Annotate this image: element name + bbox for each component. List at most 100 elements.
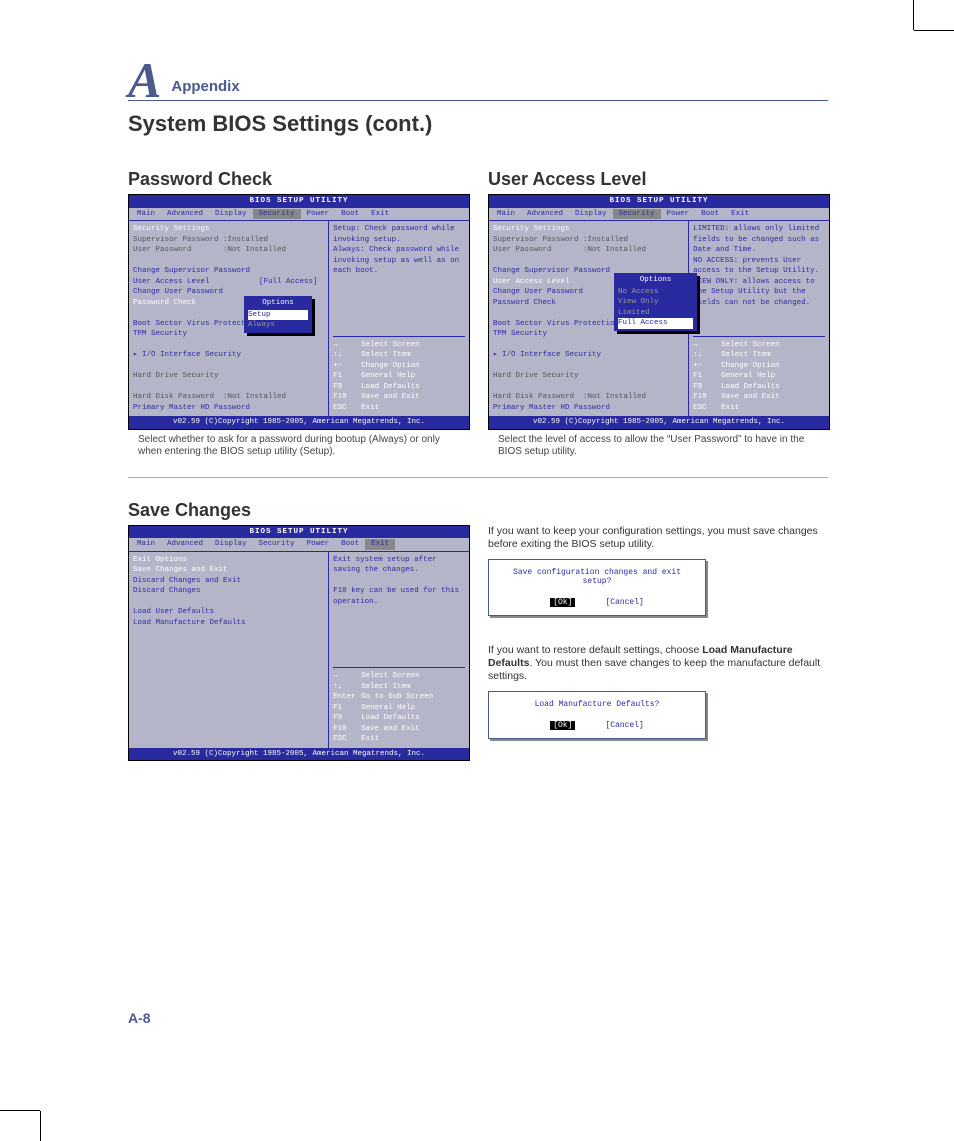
bios-menu-advanced[interactable]: Advanced	[521, 209, 569, 220]
nav-hint: ↔Select Screen	[693, 340, 825, 351]
popup-option[interactable]: View Only	[618, 297, 693, 308]
bios-menu-display[interactable]: Display	[209, 539, 253, 550]
dialog-message: Load Manufacture Defaults?	[497, 700, 697, 709]
popup-option[interactable]: No Access	[618, 287, 693, 298]
bios-menu-boot[interactable]: Boot	[695, 209, 725, 220]
bios-menu-security[interactable]: Security	[613, 209, 661, 220]
appendix-letter: A	[128, 60, 161, 100]
bios-line	[493, 256, 684, 267]
bios-section-title: Security Settings	[493, 224, 684, 235]
caption-user-access: Select the level of access to allow the …	[488, 430, 828, 459]
nav-hint: F10Save and Exit	[693, 392, 825, 403]
bios-menu-boot[interactable]: Boot	[335, 209, 365, 220]
bios-line[interactable]: ▸ I/O Interface Security	[133, 350, 324, 361]
bios-menu-main[interactable]: Main	[131, 209, 161, 220]
nav-hint: F1General Help	[333, 703, 465, 714]
heading-password-check: Password Check	[128, 169, 468, 190]
bios-line[interactable]: Primary Master HD Password	[133, 403, 324, 414]
section-divider	[128, 477, 828, 478]
bios-line: User Password :Not Installed	[133, 245, 324, 256]
dialog-ok-button[interactable]: [Ok]	[550, 721, 575, 730]
popup-option[interactable]: Full Access	[618, 318, 693, 329]
bios-menu-advanced[interactable]: Advanced	[161, 539, 209, 550]
popup-option[interactable]: Setup	[248, 310, 308, 321]
bios-right-panel: Setup: Check password while invoking set…	[329, 221, 469, 416]
popup-title: Options	[248, 298, 308, 310]
bios-line[interactable]: Primary Master HD Password	[493, 403, 684, 414]
dialog-ok-button[interactable]: [Ok]	[550, 598, 575, 607]
bios-left-panel: Security Settings Supervisor Password :I…	[489, 221, 689, 416]
nav-hint: ESCExit	[333, 403, 465, 414]
bios-line: Supervisor Password :Installed	[133, 235, 324, 246]
bios-menubar: MainAdvancedDisplaySecurityPowerBootExit	[129, 538, 469, 551]
nav-hint: ESCExit	[333, 734, 465, 745]
dialog-cancel-button[interactable]: [Cancel]	[605, 721, 643, 730]
dialog-save-exit: Save configuration changes and exit setu…	[488, 559, 706, 616]
bios-line	[133, 361, 324, 372]
bios-line: Hard Drive Security	[493, 371, 684, 382]
dialog-load-defaults: Load Manufacture Defaults? [Ok] [Cancel]	[488, 691, 706, 739]
caption-password-check: Select whether to ask for a password dur…	[128, 430, 468, 459]
bios-menu-power[interactable]: Power	[301, 209, 336, 220]
nav-hint: +-Change Option	[333, 361, 465, 372]
bios-help-text: Setup: Check password while invoking set…	[333, 224, 465, 336]
bios-line[interactable]: User Access Level [Full Access]	[133, 277, 324, 288]
bios-menu-main[interactable]: Main	[131, 539, 161, 550]
nav-hint: F9Load Defaults	[333, 713, 465, 724]
bios-line	[493, 340, 684, 351]
bios-line[interactable]: Discard Changes and Exit	[133, 576, 324, 587]
bios-menu-power[interactable]: Power	[301, 539, 336, 550]
dialog-cancel-button[interactable]: [Cancel]	[605, 598, 643, 607]
bios-section-title: Exit Options	[133, 555, 324, 566]
nav-hint: ↔Select Screen	[333, 340, 465, 351]
bios-line: User Password :Not Installed	[493, 245, 684, 256]
bios-line[interactable]: Save Changes and Exit	[133, 565, 324, 576]
page-number: A-8	[128, 1010, 151, 1026]
bios-menu-advanced[interactable]: Advanced	[161, 209, 209, 220]
bios-menu-boot[interactable]: Boot	[335, 539, 365, 550]
bios-line[interactable]: Change Supervisor Password	[133, 266, 324, 277]
bios-menu-security[interactable]: Security	[253, 209, 301, 220]
bios-left-panel: Security Settings Supervisor Password :I…	[129, 221, 329, 416]
bios-menu-exit[interactable]: Exit	[365, 209, 395, 220]
bios-menu-exit[interactable]: Exit	[725, 209, 755, 220]
bios-menu-exit[interactable]: Exit	[365, 539, 395, 550]
bios-menubar: MainAdvancedDisplaySecurityPowerBootExit	[129, 208, 469, 221]
popup-title: Options	[618, 275, 693, 287]
bios-line	[493, 361, 684, 372]
bios-line[interactable]: TPM Security	[493, 329, 684, 340]
bios-line	[133, 340, 324, 351]
bios-line: Hard Disk Password :Not Installed	[133, 392, 324, 403]
bios-help-text: LIMITED: allows only limited fields to b…	[693, 224, 825, 336]
bios-right-panel: Exit system setup after saving the chang…	[329, 552, 469, 748]
save-changes-text-2: If you want to restore default settings,…	[488, 644, 828, 683]
bios-footer: v02.59 (C)Copyright 1985-2005, American …	[489, 416, 829, 429]
appendix-header: A Appendix	[128, 60, 828, 101]
bios-line[interactable]: ▸ I/O Interface Security	[493, 350, 684, 361]
nav-hint: F9Load Defaults	[333, 382, 465, 393]
bios-menu-display[interactable]: Display	[209, 209, 253, 220]
bios-menu-security[interactable]: Security	[253, 539, 301, 550]
dialog-message: Save configuration changes and exit setu…	[497, 568, 697, 586]
bios-screenshot-password-check: BIOS SETUP UTILITY MainAdvancedDisplaySe…	[128, 194, 470, 430]
text-part: . You must then save changes to keep the…	[488, 657, 820, 682]
bios-menu-main[interactable]: Main	[491, 209, 521, 220]
bios-title: BIOS SETUP UTILITY	[489, 195, 829, 208]
bios-nav-hints: ↔Select Screen↑↓Select Item+-Change Opti…	[693, 336, 825, 414]
nav-hint: ↑↓Select Item	[333, 682, 465, 693]
nav-hint: F1General Help	[333, 371, 465, 382]
bios-line	[493, 382, 684, 393]
text-part: If you want to restore default settings,…	[488, 644, 702, 656]
bios-menu-power[interactable]: Power	[661, 209, 696, 220]
nav-hint: ↑↓Select Item	[693, 350, 825, 361]
popup-option[interactable]: Always	[248, 320, 308, 331]
bios-line[interactable]: Load User Defaults	[133, 607, 324, 618]
popup-option[interactable]: Limited	[618, 308, 693, 319]
nav-hint: ↔Select Screen	[333, 671, 465, 682]
heading-user-access: User Access Level	[488, 169, 828, 190]
bios-menu-display[interactable]: Display	[569, 209, 613, 220]
nav-hint: +-Change Option	[693, 361, 825, 372]
bios-line[interactable]: Discard Changes	[133, 586, 324, 597]
bios-line	[133, 382, 324, 393]
bios-line[interactable]: Load Manufacture Defaults	[133, 618, 324, 629]
